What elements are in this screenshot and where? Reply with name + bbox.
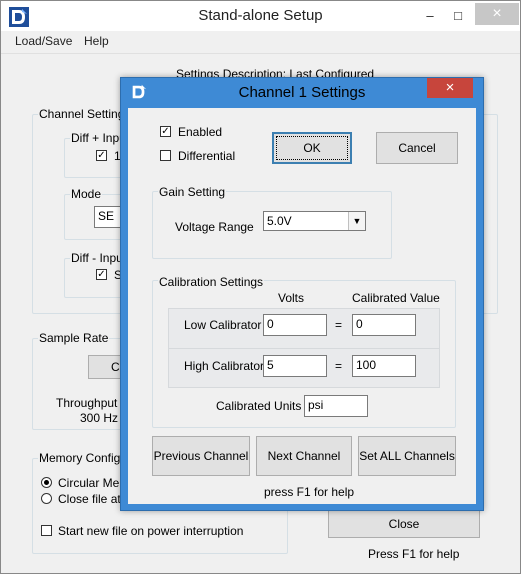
chevron-down-icon[interactable]: ▼ <box>348 212 365 230</box>
main-help-hint: Press F1 for help <box>368 547 460 561</box>
close-file-radio[interactable] <box>41 493 52 504</box>
menu-bar: Load/Save Help <box>1 31 520 54</box>
power-interruption-label: Start new file on power interruption <box>58 524 244 538</box>
maximize-button[interactable]: □ <box>445 6 471 26</box>
diff-plus-label: Diff + Inpu <box>70 131 127 145</box>
differential-label: Differential <box>178 149 236 163</box>
high-value-input[interactable]: 100 <box>352 355 416 377</box>
throughput-value: 300 Hz <box>80 411 119 425</box>
voltage-range-select[interactable]: 5.0V ▼ <box>263 211 366 231</box>
set-all-channels-label: Set ALL Channels <box>359 449 455 463</box>
menu-load-save[interactable]: Load/Save <box>15 34 72 48</box>
main-titlebar[interactable]: Stand-alone Setup – □ × <box>1 1 520 31</box>
dialog-help-hint: press F1 for help <box>264 485 355 499</box>
low-equals: = <box>335 318 343 332</box>
previous-channel-label: Previous Channel <box>153 449 249 463</box>
channel-settings-label: Channel Settings <box>38 107 132 121</box>
main-close-button[interactable]: × <box>475 3 519 25</box>
volts-column-header: Volts <box>278 291 305 305</box>
diff-minus-checkbox[interactable]: ✓ <box>96 269 107 280</box>
set-all-channels-button[interactable]: Set ALL Channels <box>358 436 456 476</box>
power-interruption-checkbox[interactable] <box>41 525 52 536</box>
cancel-button-label: Cancel <box>398 141 436 155</box>
gain-setting-label: Gain Setting <box>158 185 227 199</box>
voltage-range-value: 5.0V <box>267 214 292 228</box>
diff-minus-label: Diff - Inpu <box>70 251 124 265</box>
voltage-range-label: Voltage Range <box>175 220 254 234</box>
next-channel-label: Next Channel <box>267 449 341 463</box>
main-close-dialog-button[interactable]: Close <box>328 510 480 538</box>
mode-label: Mode <box>70 187 103 201</box>
high-calibrator-label: High Calibrator <box>184 359 265 373</box>
high-equals: = <box>335 359 343 373</box>
minimize-button[interactable]: – <box>417 6 443 26</box>
low-calibrator-label: Low Calibrator <box>184 318 262 332</box>
differential-checkbox[interactable] <box>160 150 171 161</box>
low-volts-input[interactable]: 0 <box>263 314 327 336</box>
diff-plus-checkbox[interactable]: ✓ <box>96 150 107 161</box>
circular-memory-radio[interactable] <box>41 477 52 488</box>
circular-memory-label: Circular Mem <box>58 476 130 490</box>
previous-channel-button[interactable]: Previous Channel <box>152 436 250 476</box>
low-value-input[interactable]: 0 <box>352 314 416 336</box>
dialog-close-button[interactable]: × <box>427 78 473 98</box>
cancel-button[interactable]: Cancel <box>376 132 458 164</box>
enabled-label: Enabled <box>178 125 223 139</box>
calibration-label: Calibration Settings <box>158 275 265 289</box>
enabled-checkbox[interactable]: ✓ <box>160 126 171 137</box>
calibrated-value-column-header: Calibrated Value <box>352 291 440 305</box>
dialog-body: ✓ Enabled Differential OK Cancel Gain Se… <box>128 108 476 504</box>
calibrated-units-label: Calibrated Units <box>216 399 302 413</box>
next-channel-button[interactable]: Next Channel <box>256 436 352 476</box>
memory-config-label: Memory Configu <box>38 451 129 465</box>
high-volts-input[interactable]: 5 <box>263 355 327 377</box>
calibrated-units-input[interactable]: psi <box>304 395 368 417</box>
calibration-divider <box>168 348 440 349</box>
menu-help[interactable]: Help <box>84 34 109 48</box>
sample-rate-label: Sample Rate <box>38 331 110 345</box>
channel-settings-dialog: Channel 1 Settings × ✓ Enabled Different… <box>120 77 484 511</box>
main-close-button-label: Close <box>388 517 420 531</box>
throughput-label: Throughput R <box>56 396 130 410</box>
ok-button[interactable]: OK <box>272 132 352 164</box>
